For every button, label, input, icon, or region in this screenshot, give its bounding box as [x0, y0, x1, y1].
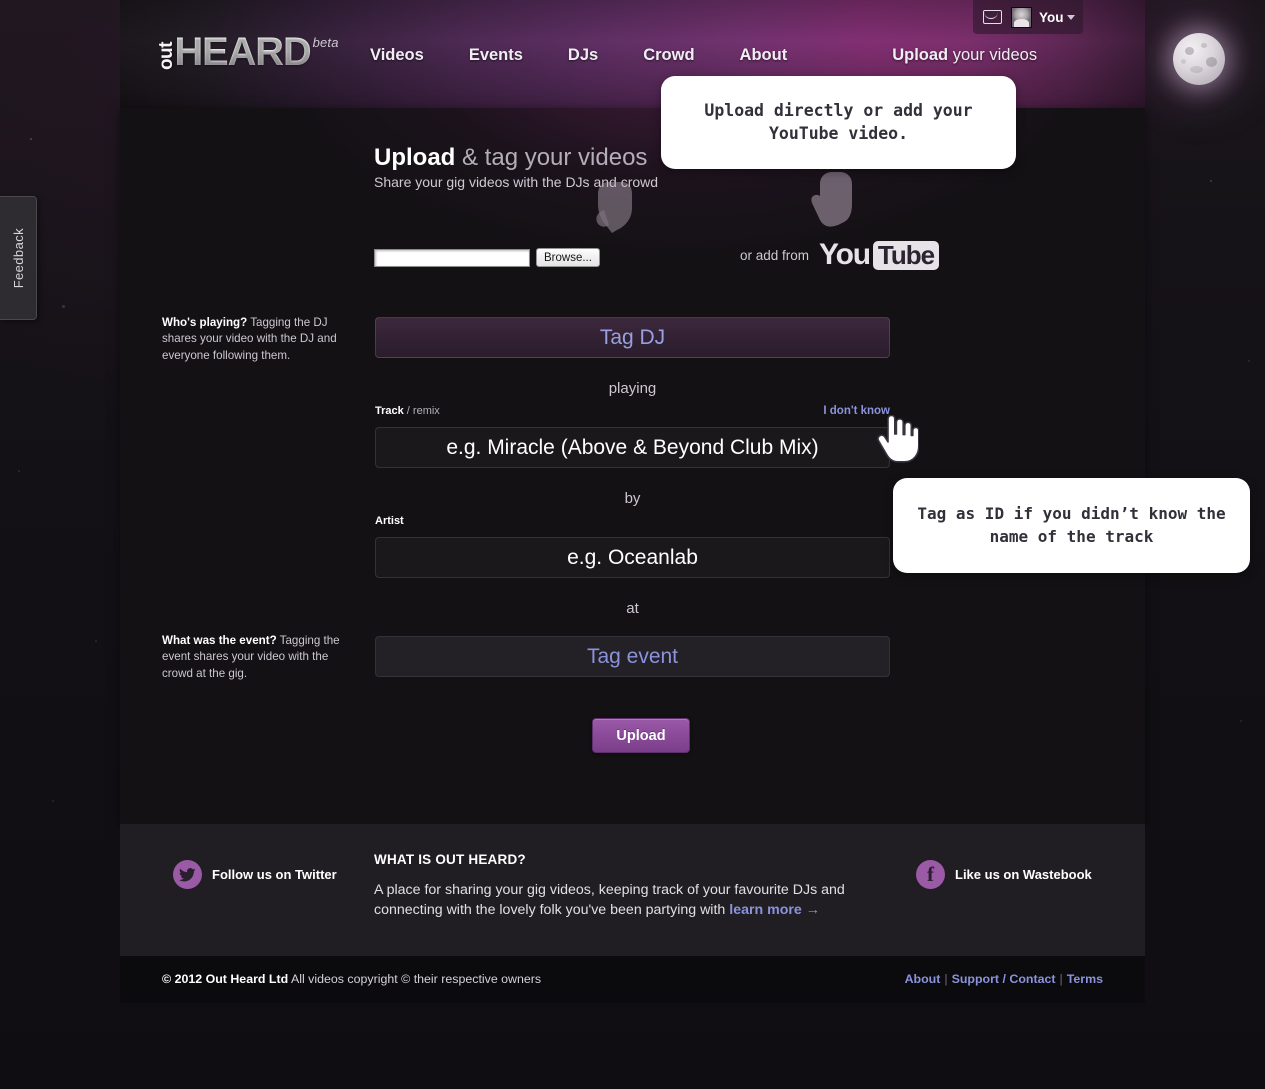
feedback-tab[interactable]: Feedback [0, 196, 37, 320]
avatar[interactable] [1011, 6, 1032, 28]
browse-button[interactable]: Browse... [536, 248, 600, 267]
nav-item-upload-your-videos[interactable]: Upload your videos [892, 46, 1037, 65]
user-menu[interactable]: You [973, 0, 1083, 34]
nav-upload-strong: Upload [892, 46, 949, 64]
youtube-logo[interactable]: You Tube [819, 238, 940, 271]
bottom-link-support[interactable]: Support / Contact [952, 972, 1056, 986]
dj-help-strong: Who's playing? [162, 316, 248, 329]
connector-at: at [626, 600, 639, 617]
event-help-text: What was the event? Tagging the event sh… [162, 633, 352, 682]
file-upload-row: Browse... [374, 248, 600, 267]
logo-out-text: out [156, 41, 177, 70]
nav-item-djs[interactable]: DJs [568, 46, 598, 65]
artist-input[interactable]: e.g. Oceanlab [375, 537, 890, 578]
facebook-link[interactable]: f Like us on Wastebook [916, 860, 1092, 889]
artist-label-strong: Artist [375, 515, 404, 527]
tag-dj-placeholder: Tag DJ [599, 325, 666, 349]
artist-label: Artist [375, 515, 404, 527]
tag-dj-input[interactable]: Tag DJ [375, 317, 890, 358]
twitter-link[interactable]: Follow us on Twitter [173, 860, 337, 889]
footer-about-block: WHAT IS OUT HEARD? A place for sharing y… [374, 852, 894, 921]
tooltip-track-id: Tag as ID if you didn’t know the name of… [893, 478, 1250, 573]
chevron-down-icon[interactable] [1067, 14, 1075, 20]
facebook-f-icon: f [916, 860, 945, 889]
connector-playing: playing [608, 380, 657, 397]
track-label: Track / remix [375, 405, 440, 417]
site-footer: Follow us on Twitter f Like us on Wasteb… [120, 824, 1145, 956]
event-help-strong: What was the event? [162, 634, 277, 647]
twitter-label: Follow us on Twitter [212, 867, 337, 882]
main-navigation: Videos Events DJs Crowd About Upload you… [370, 46, 1037, 65]
hand-pointing-down-icon [596, 182, 632, 233]
facebook-label: Like us on Wastebook [955, 867, 1092, 882]
bottom-link-terms[interactable]: Terms [1067, 972, 1103, 986]
youtube-logo-tube: Tube [872, 240, 940, 270]
copyright-text: © 2012 Out Heard Ltd All videos copyrigh… [162, 972, 541, 986]
nav-item-events[interactable]: Events [469, 46, 523, 65]
bottom-link-about[interactable]: About [905, 972, 941, 986]
youtube-logo-you: You [819, 238, 871, 271]
youtube-prefix-label: or add from [740, 247, 810, 263]
link-separator: | [1059, 972, 1063, 986]
page-title-strong: Upload [374, 144, 456, 171]
artist-placeholder: e.g. Oceanlab [567, 545, 698, 569]
logo-heard-text: HEARD [174, 30, 311, 74]
file-path-input[interactable] [374, 248, 530, 267]
track-placeholder: e.g. Miracle (Above & Beyond Club Mix) [446, 435, 819, 459]
copyright-rest: All videos copyright © their respective … [288, 972, 542, 986]
tag-event-placeholder: Tag event [586, 644, 679, 668]
envelope-icon[interactable] [983, 10, 1002, 24]
page-title: Upload & tag your videos [374, 144, 647, 172]
track-input[interactable]: e.g. Miracle (Above & Beyond Club Mix) [375, 427, 890, 468]
site-logo[interactable]: out HEARD beta [156, 26, 339, 74]
link-separator: | [944, 972, 948, 986]
footer-heading: WHAT IS OUT HEARD? [374, 852, 526, 867]
nav-item-videos[interactable]: Videos [370, 46, 424, 65]
bottom-bar: © 2012 Out Heard Ltd All videos copyrigh… [120, 956, 1145, 1003]
twitter-bird-icon [173, 860, 202, 889]
connector-by: by [624, 490, 641, 507]
track-label-rest: / remix [403, 405, 440, 417]
tag-event-input[interactable]: Tag event [375, 636, 890, 677]
user-name-label: You [1039, 9, 1064, 25]
feedback-label: Feedback [10, 227, 26, 289]
youtube-option[interactable]: or add from You Tube [740, 238, 940, 271]
page-title-rest: & tag your videos [455, 144, 648, 171]
nav-item-crowd[interactable]: Crowd [643, 46, 694, 65]
dj-help-text: Who's playing? Tagging the DJ shares you… [162, 315, 352, 364]
nav-item-about[interactable]: About [740, 46, 788, 65]
learn-more-link[interactable]: learn more → [729, 902, 820, 918]
bottom-links: About | Support / Contact | Terms [905, 972, 1103, 986]
moon-icon [1173, 33, 1225, 85]
copyright-strong: © 2012 Out Heard Ltd [162, 972, 289, 986]
hand-pointer-cursor [877, 415, 919, 463]
hand-pointing-down-icon [811, 172, 852, 227]
upload-button[interactable]: Upload [592, 718, 690, 753]
facebook-f-glyph: f [927, 861, 934, 886]
track-label-strong: Track [375, 405, 404, 417]
logo-beta-tag: beta [312, 35, 339, 50]
main-content-panel: Upload & tag your videos Share your gig … [120, 108, 1145, 824]
tooltip-upload: Upload directly or add your YouTube vide… [661, 76, 1016, 169]
footer-body: A place for sharing your gig videos, kee… [374, 880, 894, 921]
nav-upload-rest: your videos [948, 46, 1038, 64]
